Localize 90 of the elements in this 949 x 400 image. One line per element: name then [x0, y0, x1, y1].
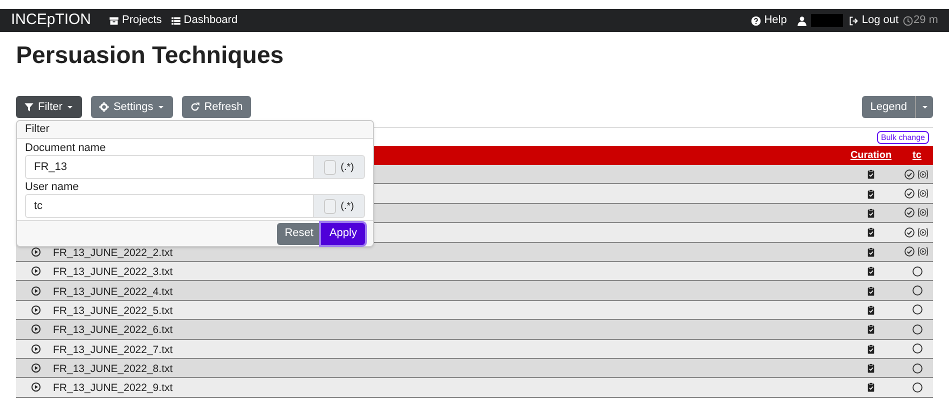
document-name[interactable]: FR_13_JUNE_2022_8.txt [53, 363, 173, 376]
play-circle-icon [31, 286, 41, 296]
circle-icon [912, 285, 922, 296]
legend-dropdown-button[interactable] [915, 96, 933, 118]
regex-label: (.*) [340, 200, 354, 214]
help-link[interactable]: Help [751, 12, 787, 29]
archive-icon [109, 16, 120, 26]
document-name[interactable]: FR_13_JUNE_2022_7.txt [53, 344, 173, 356]
popover-title: Filter [25, 122, 50, 138]
play-circle-in-parentheses-icon [916, 168, 930, 180]
legend-button[interactable]: Legend [862, 96, 915, 118]
page-title: Persuasion Techniques [16, 41, 284, 71]
play-circle-in-parentheses-icon [916, 246, 930, 258]
play-circle-icon [31, 363, 41, 374]
check-circle-icon [904, 207, 915, 218]
session-timer: 29 m [914, 13, 938, 28]
table-row[interactable]: FR_13_JUNE_2022_4.txt [16, 281, 933, 301]
regex-label: (.*) [340, 160, 354, 174]
clipboard-check-icon [866, 344, 876, 354]
table-row[interactable]: FR_13_JUNE_2022_5.txt [16, 300, 933, 320]
document-name[interactable]: FR_13_JUNE_2022_2.txt [53, 246, 173, 259]
funnel-icon [24, 102, 34, 112]
play-circle-icon [31, 324, 41, 334]
field-label: Document name [25, 141, 106, 155]
circle-icon [912, 382, 922, 393]
document-name[interactable]: FR_13_JUNE_2022_4.txt [53, 286, 173, 298]
document-name[interactable]: FR_13_JUNE_2022_9.txt [53, 382, 173, 394]
play-circle-icon [31, 266, 41, 276]
field-label: User name [25, 180, 79, 194]
table-row[interactable]: FR_13_JUNE_2022_9.txt [16, 378, 933, 398]
clipboard-check-icon [866, 208, 876, 218]
play-circle-icon [31, 246, 41, 257]
circle-icon [912, 362, 922, 374]
table-row[interactable]: FR_13_JUNE_2022_3.txt [16, 262, 933, 282]
circle-icon [912, 266, 922, 277]
clipboard-check-icon [866, 382, 876, 392]
clipboard-check-icon [866, 324, 876, 334]
caret-icon [66, 103, 74, 111]
clipboard-check-icon [866, 188, 876, 199]
clock-icon [902, 16, 913, 26]
nav-link[interactable]: Dashboard [170, 12, 238, 29]
circle-icon [912, 343, 922, 354]
table-row[interactable]: FR_13_JUNE_2022_7.txt [16, 340, 933, 359]
play-circle-in-parentheses-icon [916, 188, 930, 200]
user-column-header[interactable]: tc [912, 148, 922, 163]
refresh-icon [190, 102, 200, 112]
refresh-button[interactable]: Refresh [182, 96, 251, 118]
table-row[interactable]: FR_13_JUNE_2022_6.txt [16, 320, 933, 340]
filter-button[interactable]: Filter [16, 96, 82, 118]
document-name[interactable]: FR_13_JUNE_2022_3.txt [53, 266, 173, 278]
regex-checkbox[interactable] [324, 198, 336, 214]
circle-icon [912, 304, 922, 316]
clipboard-check-icon [866, 304, 876, 315]
clipboard-check-icon [866, 363, 876, 374]
check-circle-icon [904, 226, 915, 238]
document-name[interactable]: FR_13_JUNE_2022_5.txt [53, 304, 173, 317]
play-circle-icon [31, 382, 41, 392]
play-circle-in-parentheses-icon [916, 226, 930, 238]
clipboard-check-icon [866, 227, 876, 238]
text-input-field[interactable]: FR_13 [25, 155, 314, 179]
table-row[interactable]: FR_13_JUNE_2022_8.txt [16, 358, 933, 378]
apply-button[interactable]: Apply [321, 222, 365, 244]
caret-icon [157, 103, 166, 111]
curation-column-header[interactable]: Curation [850, 148, 892, 163]
check-circle-icon [904, 188, 915, 200]
regex-checkbox[interactable] [324, 160, 336, 174]
settings-button[interactable]: Settings [91, 96, 174, 118]
clipboard-check-icon [866, 246, 876, 257]
user-icon [796, 16, 807, 26]
clipboard-check-icon [866, 286, 876, 296]
logout-link[interactable]: Log out [848, 12, 899, 29]
caret-icon [920, 103, 928, 111]
play-circle-icon [31, 304, 41, 315]
check-circle-icon [904, 168, 915, 180]
check-circle-icon [904, 246, 915, 258]
logout-icon [848, 16, 859, 26]
nav-link[interactable]: Projects [109, 12, 162, 29]
brand-logo[interactable]: INCEpTION [11, 9, 92, 32]
circle-icon [912, 324, 922, 335]
text-input-field[interactable]: tc [25, 194, 314, 218]
clipboard-check-icon [866, 266, 876, 276]
help-icon [751, 16, 762, 26]
play-circle-icon [31, 344, 41, 354]
reset-button[interactable]: Reset [276, 222, 322, 244]
bulk-change-button[interactable]: Bulk change [876, 130, 929, 144]
play-circle-in-parentheses-icon [916, 207, 930, 218]
list-icon [170, 16, 181, 26]
redacted-block [810, 14, 843, 27]
document-name[interactable]: FR_13_JUNE_2022_6.txt [53, 324, 173, 336]
clipboard-check-icon [866, 169, 876, 180]
